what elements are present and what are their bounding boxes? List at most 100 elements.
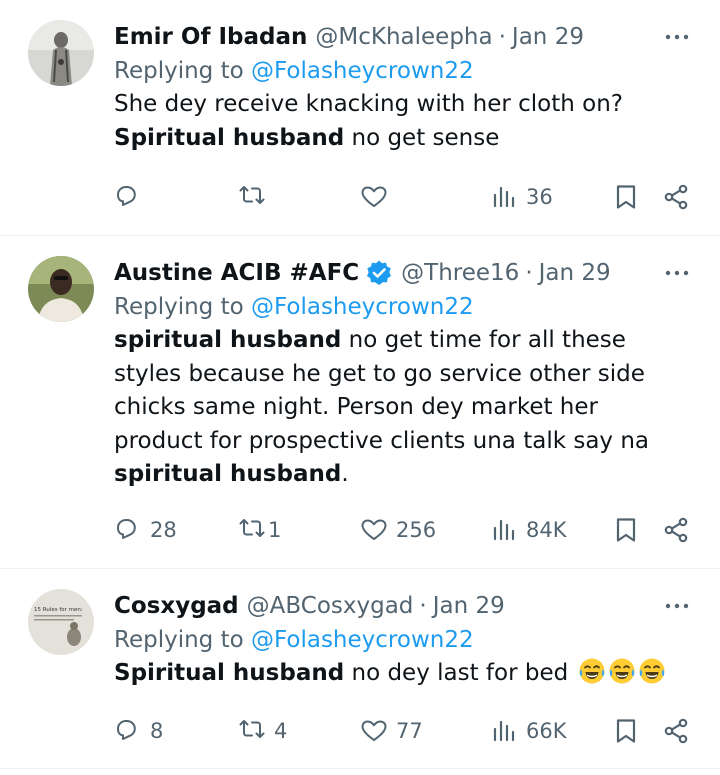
- tweet-text: spiritual husband no get time for all th…: [114, 324, 692, 492]
- replying-to-label: Replying to: [114, 294, 251, 320]
- retweet-icon: [239, 519, 265, 537]
- like-button[interactable]: [360, 179, 396, 215]
- more-icon: [665, 603, 689, 609]
- author-name[interactable]: Austine ACIB #AFC: [114, 256, 359, 290]
- retweet-button[interactable]: [238, 179, 274, 215]
- reply-count: 28: [150, 518, 177, 542]
- tweet-3[interactable]: 15 Rules for men: Cosxygad @ABCosxygad ·…: [0, 569, 720, 769]
- bold-text: Spiritual husband: [114, 660, 345, 686]
- retweet-button[interactable]: 4: [238, 713, 287, 749]
- bookmark-icon: [616, 185, 636, 209]
- views-button[interactable]: 66K: [490, 713, 567, 749]
- reply-button[interactable]: [114, 179, 150, 215]
- share-button[interactable]: [662, 713, 690, 749]
- author-handle[interactable]: @ABCosxygad: [247, 589, 414, 623]
- view-count: 36: [526, 185, 553, 209]
- more-options-button[interactable]: [662, 20, 692, 54]
- bookmark-button[interactable]: [612, 512, 640, 548]
- like-button[interactable]: 256: [360, 512, 436, 548]
- share-button[interactable]: [662, 179, 690, 215]
- tweet-header: Cosxygad @ABCosxygad · Jan 29: [114, 589, 692, 623]
- tears-of-joy-emoji: [638, 657, 665, 685]
- tweet-header: Austine ACIB #AFC @Three16 · Jan 29: [114, 256, 692, 290]
- avatar[interactable]: [28, 20, 94, 86]
- more-icon: [665, 34, 689, 40]
- like-count: 256: [396, 518, 437, 542]
- reply-button[interactable]: 8: [114, 713, 163, 749]
- action-bar: 8 4 77 66K: [114, 713, 692, 749]
- retweet-icon: [239, 186, 265, 204]
- replying-to-label: Replying to: [114, 58, 251, 84]
- verified-icon: [367, 260, 392, 285]
- author-handle[interactable]: @Three16: [401, 256, 519, 290]
- like-button[interactable]: 77: [360, 713, 423, 749]
- like-icon: [361, 186, 387, 207]
- retweet-count: 4: [274, 719, 288, 743]
- more-options-button[interactable]: [662, 589, 692, 623]
- author-name[interactable]: Emir Of Ibadan: [114, 20, 307, 54]
- bookmark-button[interactable]: [612, 179, 640, 215]
- view-count: 66K: [526, 719, 567, 743]
- more-options-button[interactable]: [662, 256, 692, 290]
- replying-to: Replying to @Folasheycrown22: [114, 623, 692, 657]
- reply-count: 8: [150, 719, 164, 743]
- reply-icon: [117, 519, 136, 539]
- reply-button[interactable]: 28: [114, 512, 177, 548]
- tweet-2[interactable]: Austine ACIB #AFC @Three16 · Jan 29 Repl…: [0, 236, 720, 569]
- mention-link[interactable]: @Folasheycrown22: [251, 294, 474, 320]
- tweet-date[interactable]: Jan 29: [512, 20, 584, 54]
- retweet-count: 1: [268, 518, 282, 542]
- views-icon: [493, 186, 515, 208]
- tweet-text-span: no get sense: [344, 124, 500, 151]
- views-icon: [493, 720, 515, 742]
- author-handle[interactable]: @McKhaleepha: [315, 20, 492, 54]
- tweet-header: Emir Of Ibadan @McKhaleepha · Jan 29: [114, 20, 692, 54]
- tweet-text: She dey receive knacking with her cloth …: [114, 88, 692, 155]
- action-bar: 36: [114, 179, 692, 215]
- tweet-text-line: She dey receive knacking with her cloth …: [114, 91, 623, 117]
- bookmark-icon: [616, 719, 636, 743]
- share-button[interactable]: [662, 512, 690, 548]
- tweet-text: Spiritual husband no dey last for bed: [114, 657, 692, 691]
- separator-dot: ·: [419, 593, 427, 619]
- replying-to: Replying to @Folasheycrown22: [114, 54, 692, 88]
- like-icon: [361, 720, 387, 741]
- like-icon: [361, 519, 387, 540]
- share-icon: [664, 718, 688, 744]
- view-count: 84K: [526, 518, 567, 542]
- bookmark-icon: [616, 518, 636, 542]
- reply-icon: [117, 186, 136, 206]
- like-count: 77: [396, 719, 423, 743]
- reply-icon: [117, 720, 136, 740]
- tears-of-joy-emoji: [578, 657, 605, 685]
- bookmark-button[interactable]: [612, 713, 640, 749]
- tweet-text-span: .: [341, 461, 349, 487]
- author-name[interactable]: Cosxygad: [114, 589, 239, 623]
- share-icon: [664, 517, 688, 543]
- bold-text: spiritual husband: [114, 327, 342, 353]
- avatar-caption: 15 Rules for men:: [34, 607, 83, 613]
- tweet-1[interactable]: Emir Of Ibadan @McKhaleepha · Jan 29 Rep…: [0, 0, 720, 236]
- views-icon: [493, 519, 515, 541]
- mention-link[interactable]: @Folasheycrown22: [251, 627, 474, 653]
- tweet-date[interactable]: Jan 29: [539, 256, 611, 290]
- tears-of-joy-emoji: [608, 657, 635, 685]
- avatar[interactable]: 15 Rules for men:: [28, 589, 94, 655]
- share-icon: [664, 184, 688, 210]
- separator-dot: ·: [498, 24, 506, 50]
- retweet-icon: [239, 720, 265, 738]
- separator-dot: ·: [525, 260, 533, 286]
- replying-to: Replying to @Folasheycrown22: [114, 290, 692, 324]
- tweet-text-span: no dey last for bed: [344, 660, 576, 686]
- retweet-button[interactable]: 1: [238, 512, 281, 548]
- replying-to-label: Replying to: [114, 627, 251, 653]
- views-button[interactable]: 84K: [490, 512, 567, 548]
- more-icon: [665, 270, 689, 276]
- bold-text: spiritual husband: [114, 461, 342, 487]
- avatar[interactable]: [28, 256, 94, 322]
- action-bar: 28 1 256 84K: [114, 512, 692, 548]
- mention-link[interactable]: @Folasheycrown22: [251, 58, 474, 84]
- tweet-date[interactable]: Jan 29: [433, 589, 505, 623]
- views-button[interactable]: 36: [490, 179, 553, 215]
- bold-text: Spiritual husband: [114, 124, 345, 151]
